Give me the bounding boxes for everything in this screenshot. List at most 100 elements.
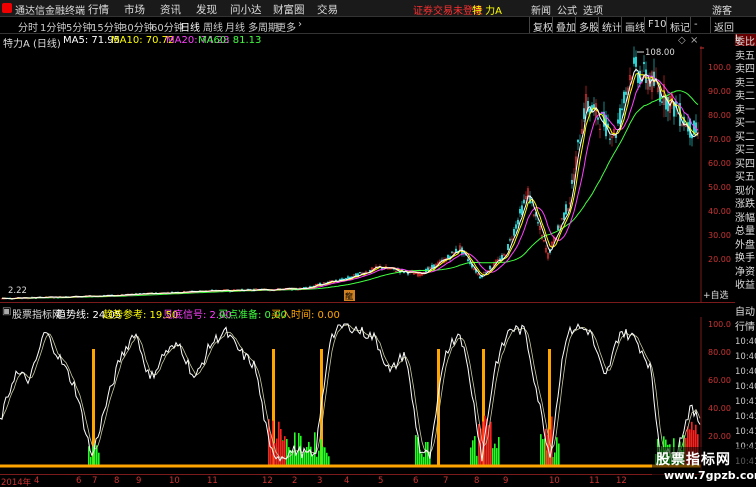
buy-prepare-bar <box>320 439 322 465</box>
tab-15min[interactable]: 15分钟 <box>91 19 124 34</box>
quote-field-label: 卖五 <box>735 50 755 62</box>
tab-weekly[interactable]: 周线 <box>203 19 223 34</box>
news-button[interactable]: 新闻 <box>531 2 551 17</box>
bottom-signal-bar <box>549 429 551 465</box>
tick-time: 10:40 <box>735 382 756 392</box>
candle-body <box>507 244 509 250</box>
price-chart[interactable]: 100.0 90.00 80.00 70.00 60.00 50.00 40.0… <box>0 46 735 303</box>
minimize-button[interactable]: - <box>690 17 701 33</box>
tab-1min[interactable]: 1分钟 <box>40 19 66 34</box>
menu-ask-xiaoda[interactable]: 问小达 <box>230 2 262 17</box>
buy-prepare-bar <box>308 441 310 465</box>
tab-intraday[interactable]: 分时 <box>18 19 38 34</box>
candle-group <box>1 46 699 300</box>
menu-wealth-circle[interactable]: 财富圈 <box>273 2 305 17</box>
time-axis-label: 11 <box>589 476 600 486</box>
price-tick: 70.00 <box>708 135 731 144</box>
buy-prepare-bar <box>312 455 314 465</box>
time-axis-label: 10 <box>169 476 180 486</box>
low-price-label: 2.22 <box>8 286 27 296</box>
quote-field-label: 卖一 <box>735 104 755 116</box>
time-axis-label: 7 <box>443 476 449 486</box>
buy-prepare-bar <box>324 447 326 465</box>
menu-trade[interactable]: 交易 <box>317 2 338 17</box>
time-axis-label: 5 <box>378 476 384 486</box>
candle-body <box>623 91 625 104</box>
bottom-signal-bar <box>490 421 492 465</box>
close-icon[interactable]: × <box>690 35 698 46</box>
menu-market-quotes[interactable]: 行情 <box>88 2 109 17</box>
quote-field-label: 换手 <box>735 253 755 264</box>
buy-prepare-bar <box>98 452 100 465</box>
trend-line <box>0 322 701 463</box>
candle-body <box>571 179 573 184</box>
candle-body <box>563 212 565 220</box>
tab-30min[interactable]: 30分钟 <box>121 19 154 34</box>
tab-more[interactable]: 更多 <box>276 19 296 34</box>
guest-label[interactable]: 游客 <box>712 2 732 17</box>
price-tick: 60.00 <box>708 159 731 168</box>
buy-prepare-bar <box>494 443 496 465</box>
add-watchlist-button[interactable]: +自选 <box>703 289 729 301</box>
bottom-signal-bar <box>270 433 272 465</box>
settings-icon[interactable]: ◇ <box>678 35 686 46</box>
tab-multi-period[interactable]: 多周期 <box>248 19 278 34</box>
more-arrow-icon[interactable]: › <box>298 19 302 30</box>
buy-prepare-bar <box>470 447 472 465</box>
indicator-chart[interactable]: 100.0 80.00 60.00 40.00 20.00 <box>0 317 735 475</box>
back-button[interactable]: 返回 <box>710 17 737 34</box>
candle-body <box>597 117 599 120</box>
tab-daily[interactable]: 日线 <box>180 19 200 34</box>
candle-body <box>537 222 539 224</box>
candle-body <box>359 272 361 274</box>
quote-field-label: 净资 <box>735 266 755 278</box>
indicator-settings-icon[interactable]: ▣ <box>2 306 11 317</box>
buy-prepare-bar <box>474 436 476 465</box>
candle-body <box>501 254 503 260</box>
candle-body <box>345 277 347 280</box>
quote-side-panel: L 委比 卖五 卖四 卖三 卖二 卖一 买一 买二 买三 买四 买五 现价 涨跌 涨幅 总量 外盘 换手 净资 收益… <box>735 34 756 484</box>
trend-ref-line <box>0 324 701 460</box>
buy-prepare-bar <box>476 455 478 465</box>
time-axis-label: 12 <box>616 476 627 486</box>
quote-field-label: 涨跌 <box>735 199 755 210</box>
quote-field-label: 卖四 <box>735 64 755 75</box>
ind-tick: 20.00 <box>708 432 731 441</box>
price-tick: 100.0 <box>708 63 731 72</box>
quote-field-label: 买三 <box>735 145 755 156</box>
time-axis-label: 12 <box>262 476 273 486</box>
ind-tick: 40.00 <box>708 404 731 413</box>
tab-60min[interactable]: 60分钟 <box>151 19 184 34</box>
candle-body <box>509 239 511 241</box>
buy-prepare-bar <box>425 442 427 465</box>
time-axis-label: 8 <box>474 476 480 486</box>
ma60-value: MA60: 81.13 <box>198 35 262 46</box>
tab-monthly[interactable]: 月线 <box>225 19 245 34</box>
candle-body <box>557 225 559 231</box>
time-axis-label: 4 <box>34 476 40 486</box>
menu-news[interactable]: 资讯 <box>160 2 181 17</box>
time-axis-line <box>0 474 701 475</box>
quote-field-label: 买一 <box>735 118 755 129</box>
watermark-title: 股票指标网 <box>656 452 731 468</box>
formula-button[interactable]: 公式 <box>557 2 577 17</box>
bottom-signal-bar <box>478 423 480 465</box>
menu-market[interactable]: 市场 <box>124 2 145 17</box>
tab-5min[interactable]: 5分钟 <box>66 19 92 34</box>
options-button[interactable]: 选项 <box>583 2 603 17</box>
bottom-signal-bar <box>284 436 286 465</box>
title-bar: 通达信金融终端 行情 市场 资讯 发现 问小达 财富圈 交易 证券交易未登录 特… <box>0 0 756 17</box>
auto-quote-label: 自动 <box>735 307 755 318</box>
tick-time: 10:41 <box>735 427 756 437</box>
time-axis-label: 10 <box>549 476 560 486</box>
time-axis-label: 3 <box>317 476 323 486</box>
candle-body <box>617 119 619 124</box>
buy-prepare-bar <box>492 448 494 465</box>
menu-discover[interactable]: 发现 <box>196 2 217 17</box>
price-tick: 80.00 <box>708 111 731 120</box>
price-tick: 30.00 <box>708 231 731 240</box>
price-tick: 50.00 <box>708 183 731 192</box>
candle-body <box>447 255 449 259</box>
mark-button[interactable]: 标记 <box>666 17 693 34</box>
period-toolbar: 分时 1分钟 5分钟 15分钟 30分钟 60分钟 日线 周线 月线 多周期 更… <box>0 17 756 34</box>
